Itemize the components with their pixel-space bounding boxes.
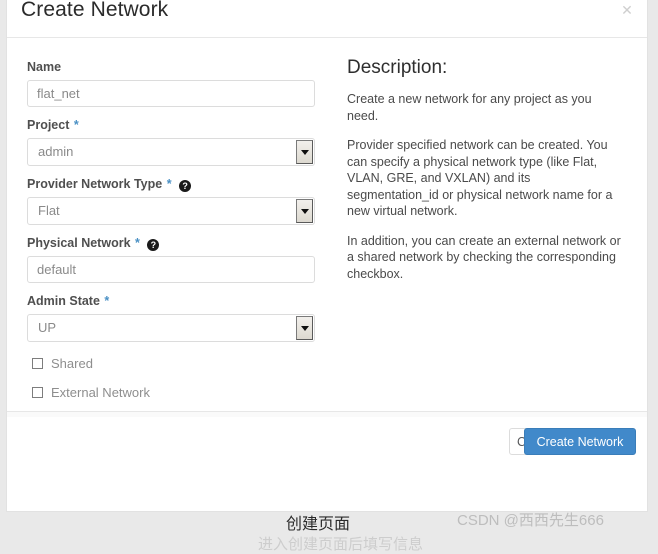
- label-project: Project *: [27, 117, 337, 133]
- page-title: Create Network: [21, 0, 169, 21]
- chevron-down-icon[interactable]: [296, 199, 313, 223]
- description-title: Description:: [347, 57, 448, 78]
- required-marker: *: [135, 236, 140, 250]
- label-provider-network-type-text: Provider Network Type: [27, 177, 163, 191]
- external-network-checkbox-label[interactable]: External Network: [51, 385, 150, 400]
- label-name: Name: [27, 59, 337, 75]
- required-marker: *: [73, 118, 79, 132]
- external-network-checkbox[interactable]: [32, 387, 43, 398]
- page-caption-secondary: 进入创建页面后填写信息: [258, 536, 424, 553]
- create-network-dialog: Create Network ✕ Name Project * admin: [6, 0, 648, 512]
- required-marker: *: [104, 294, 110, 308]
- project-select[interactable]: admin: [27, 138, 315, 166]
- form-group-name: Name: [27, 59, 337, 107]
- close-icon[interactable]: ✕: [620, 3, 634, 17]
- physical-network-input[interactable]: [27, 256, 315, 283]
- dialog-header: Create Network ✕: [7, 0, 647, 38]
- admin-state-select[interactable]: UP: [27, 314, 315, 342]
- form-group-physical-network: Physical Network * ?: [27, 235, 337, 283]
- description-paragraph: Create a new network for any project as …: [347, 92, 592, 123]
- description-paragraph: Provider specified network can be create…: [347, 138, 613, 218]
- dialog-footer: Cancel Create Network: [7, 411, 647, 478]
- label-provider-network-type: Provider Network Type * ?: [27, 176, 337, 192]
- label-physical-network: Physical Network * ?: [27, 235, 337, 251]
- dialog-body: Name Project * admin Provider Network Ty…: [7, 38, 647, 411]
- form-group-provider-network-type: Provider Network Type * ? Flat: [27, 176, 337, 225]
- help-icon[interactable]: ?: [179, 180, 192, 192]
- label-admin-state-text: Admin State: [27, 294, 100, 308]
- label-name-text: Name: [27, 60, 62, 74]
- form-group-admin-state: Admin State * UP: [27, 293, 337, 342]
- description-paragraph: In addition, you can create an external …: [347, 233, 621, 281]
- chevron-down-icon[interactable]: [296, 140, 313, 164]
- project-select-value: admin: [38, 144, 74, 159]
- chevron-down-icon[interactable]: [296, 316, 313, 340]
- name-input[interactable]: [27, 80, 315, 107]
- page-caption: 创建页面: [286, 516, 351, 533]
- label-admin-state: Admin State *: [27, 293, 337, 309]
- required-marker: *: [166, 177, 172, 191]
- help-icon[interactable]: ?: [147, 239, 160, 251]
- label-physical-network-text: Physical Network: [27, 236, 131, 250]
- watermark: CSDN @西西先生666: [457, 512, 604, 529]
- admin-state-select-value: UP: [38, 320, 57, 335]
- shared-checkbox[interactable]: [32, 358, 43, 369]
- provider-network-type-select-value: Flat: [38, 203, 60, 218]
- label-project-text: Project: [27, 118, 70, 132]
- checkbox-row-shared[interactable]: Shared: [32, 356, 337, 371]
- checkbox-row-external-network[interactable]: External Network: [32, 385, 337, 400]
- description-panel: Description: Create a new network for an…: [343, 38, 643, 295]
- shared-checkbox-label[interactable]: Shared: [51, 356, 93, 371]
- provider-network-type-select[interactable]: Flat: [27, 197, 315, 225]
- network-form: Name Project * admin Provider Network Ty…: [7, 38, 337, 400]
- form-group-project: Project * admin: [27, 117, 337, 166]
- footer-divider: [7, 412, 647, 417]
- create-network-button[interactable]: Create Network: [524, 428, 636, 455]
